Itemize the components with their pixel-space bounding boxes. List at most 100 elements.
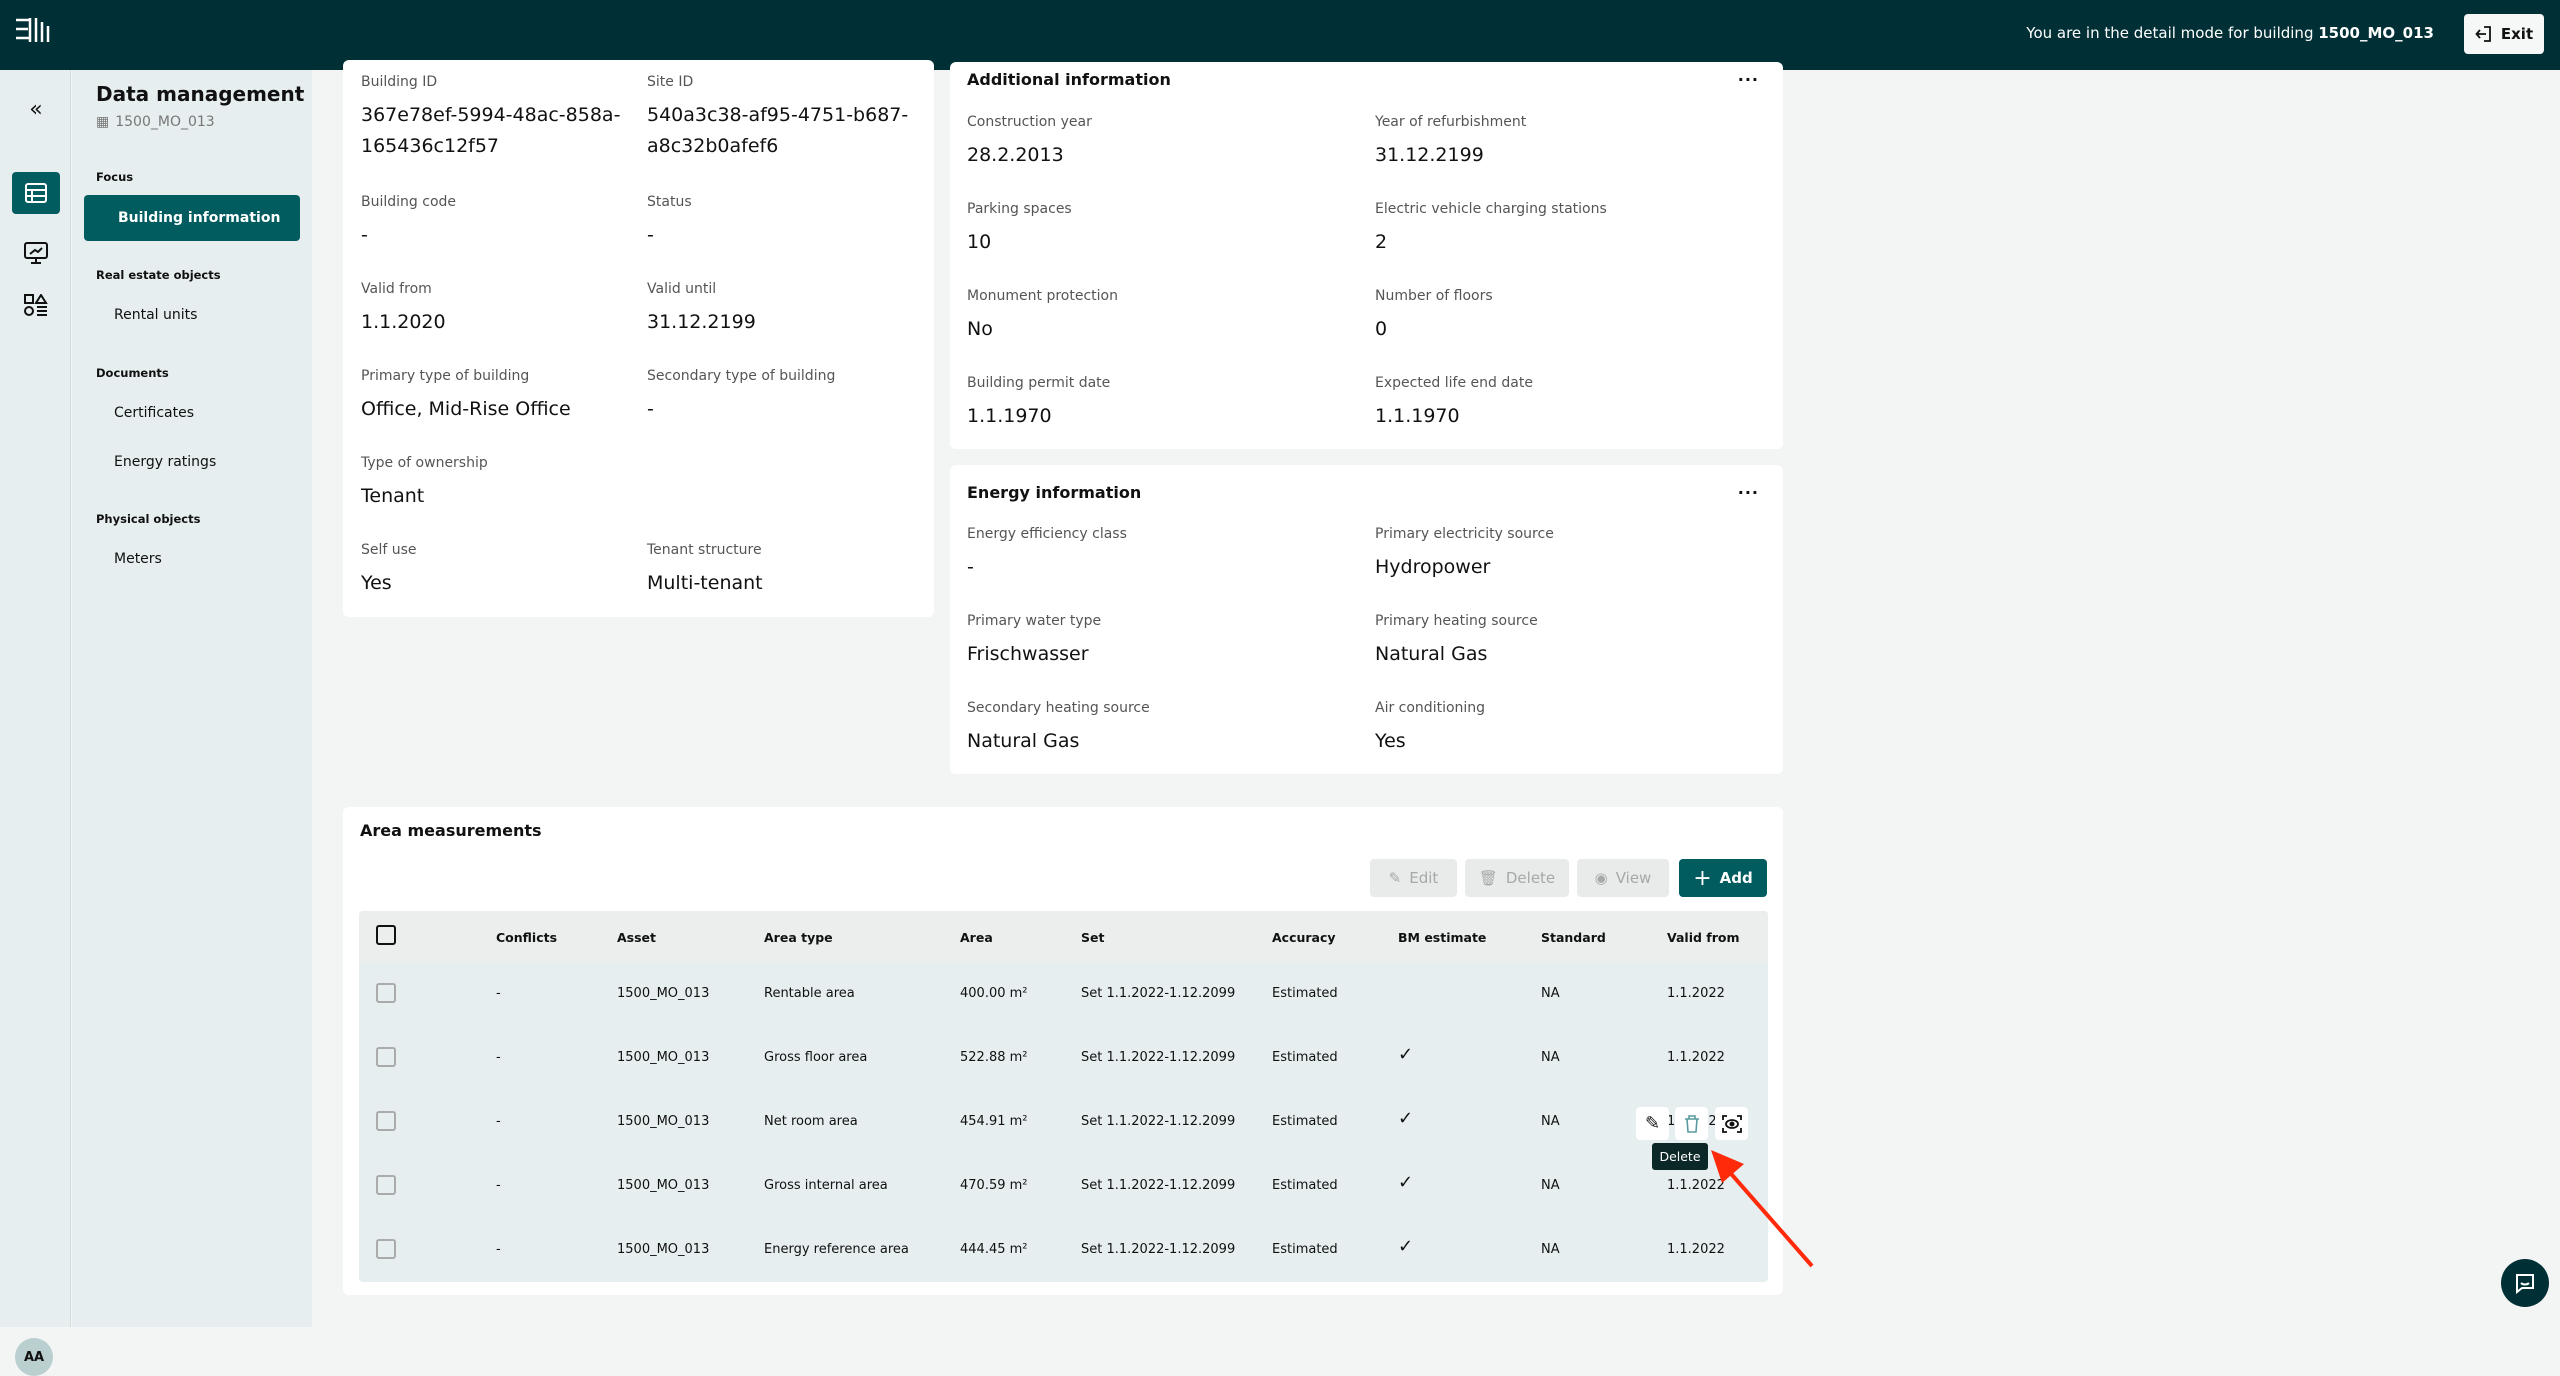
table-cell: -	[496, 986, 501, 1001]
table-cell: NA	[1541, 1178, 1560, 1193]
eye-icon	[1721, 1114, 1742, 1133]
table-row[interactable]: - 1500_MO_013 Rentable area 400.00 m² Set 1.…	[359, 963, 1768, 1027]
select-all-checkbox[interactable]	[376, 925, 396, 945]
table-row[interactable]: - 1500_MO_013 Energy reference area 444.45 …	[359, 1219, 1768, 1282]
row-checkbox[interactable]	[376, 1239, 396, 1259]
trash-icon	[1684, 1114, 1699, 1133]
table-cell: 444.45 m²	[960, 1242, 1028, 1257]
row-checkbox[interactable]	[376, 1111, 396, 1131]
row-delete-button[interactable]	[1675, 1107, 1708, 1140]
table-cell: NA	[1541, 1114, 1560, 1129]
table-cell: -	[496, 1114, 501, 1129]
column-header[interactable]: Standard	[1541, 930, 1606, 945]
sidebar-item-meters[interactable]: Meters	[84, 536, 300, 582]
table-row[interactable]: - 1500_MO_013 Gross internal area 470.59 m²…	[359, 1155, 1768, 1219]
table-cell: Estimated	[1272, 1178, 1338, 1193]
table-icon	[25, 183, 47, 203]
more-menu-button[interactable]: ...	[1738, 66, 1759, 85]
row-edit-button[interactable]: ✎	[1636, 1107, 1669, 1140]
nav-monitoring[interactable]	[12, 232, 60, 274]
table-cell: 1500_MO_013	[617, 1242, 710, 1257]
card-title: Area measurements	[360, 821, 542, 840]
field-monument: Monument protection No	[967, 288, 1118, 340]
column-header[interactable]: Valid from	[1667, 930, 1740, 945]
table-cell: -	[496, 1242, 501, 1257]
chat-icon	[2516, 1274, 2534, 1294]
table-cell: Estimated	[1272, 1242, 1338, 1257]
table-row[interactable]: - 1500_MO_013 Net room area 454.91 m² Set 1.…	[359, 1091, 1768, 1155]
nav-objects[interactable]	[12, 284, 60, 326]
table-cell: Set 1.1.2022-1.12.2099	[1081, 1050, 1236, 1065]
column-header[interactable]: BM estimate	[1398, 930, 1486, 945]
check-icon: ✓	[1398, 1236, 1414, 1257]
column-header[interactable]: Accuracy	[1272, 930, 1336, 945]
collapse-button[interactable]: «	[12, 88, 60, 130]
section-focus: Focus	[96, 170, 134, 184]
sidebar-item-building-information[interactable]: Building information	[84, 195, 300, 241]
table-cell: -	[496, 1050, 501, 1065]
field-electricity-source: Primary electricity source Hydropower	[1375, 526, 1554, 578]
field-primary-type: Primary type of building Office, Mid-Rise…	[361, 368, 571, 420]
delete-tooltip: Delete	[1652, 1143, 1708, 1170]
exit-icon	[2475, 26, 2491, 42]
field-secondary-heating: Secondary heating source Natural Gas	[967, 700, 1150, 752]
column-header[interactable]: Asset	[617, 930, 656, 945]
table-cell: NA	[1541, 986, 1560, 1001]
table-cell: 454.91 m²	[960, 1114, 1028, 1129]
additional-info-card: Additional information ... Construction …	[950, 62, 1783, 449]
table-cell: Set 1.1.2022-1.12.2099	[1081, 986, 1236, 1001]
table-cell: 1500_MO_013	[617, 1050, 710, 1065]
energy-info-card: Energy information ... Energy efficiency…	[950, 465, 1783, 774]
plus-icon: +	[1693, 865, 1712, 891]
table-cell: Estimated	[1272, 1050, 1338, 1065]
view-button[interactable]: ◉ View	[1577, 859, 1669, 897]
table-cell: Gross floor area	[764, 1050, 868, 1065]
card-title: Energy information	[967, 483, 1142, 502]
column-header[interactable]: Set	[1081, 930, 1104, 945]
exit-button[interactable]: Exit	[2464, 14, 2544, 54]
row-checkbox[interactable]	[376, 1175, 396, 1195]
row-checkbox[interactable]	[376, 1047, 396, 1067]
field-building-code: Building code -	[361, 194, 457, 246]
row-checkbox[interactable]	[376, 983, 396, 1003]
field-self-use: Self use Yes	[361, 542, 417, 594]
add-button[interactable]: + Add	[1679, 859, 1767, 897]
chat-button[interactable]	[2501, 1259, 2549, 1307]
field-site-id: Site ID 540a3c38-af95-4751-b687-a8c32b0af…	[647, 74, 909, 157]
general-info-card: Building ID 367e78ef-5994-48ac-858a-16543…	[343, 60, 934, 617]
sidebar-item-rental-units[interactable]: Rental units	[84, 292, 300, 338]
field-floors: Number of floors 0	[1375, 288, 1493, 340]
pencil-icon: ✎	[1644, 1113, 1661, 1134]
trash-icon: 🗑︎	[1478, 869, 1498, 887]
field-life-end: Expected life end date 1.1.1970	[1375, 375, 1533, 427]
nav-data-management[interactable]	[12, 172, 60, 214]
double-chevron-left-icon: «	[29, 96, 43, 122]
section-documents: Documents	[96, 366, 169, 380]
field-valid-from: Valid from 1.1.2020	[361, 281, 446, 333]
row-view-button[interactable]	[1715, 1107, 1748, 1140]
sidebar-item-energy-ratings[interactable]: Energy ratings	[84, 439, 300, 485]
sidebar-title: Data management	[96, 82, 305, 106]
column-header[interactable]: Area type	[764, 930, 833, 945]
table-cell: Energy reference area	[764, 1242, 909, 1257]
table-row[interactable]: - 1500_MO_013 Gross floor area 522.88 m² Set…	[359, 1027, 1768, 1091]
edit-button[interactable]: ✎ Edit	[1370, 859, 1457, 897]
sidebar-item-certificates[interactable]: Certificates	[84, 390, 300, 436]
column-header[interactable]: Area	[960, 930, 993, 945]
table-cell: 400.00 m²	[960, 986, 1028, 1001]
table-header: Conflicts Asset Area type Area Set Accuracy BM…	[359, 911, 1768, 963]
table-cell: 1500_MO_013	[617, 1114, 710, 1129]
field-ev-charging: Electric vehicle charging stations 2	[1375, 201, 1607, 253]
more-menu-button[interactable]: ...	[1738, 479, 1759, 498]
delete-button[interactable]: 🗑︎ Delete	[1465, 859, 1569, 897]
section-real-estate-objects: Real estate objects	[96, 268, 221, 282]
column-header[interactable]: Conflicts	[496, 930, 557, 945]
field-refurbishment: Year of refurbishment 31.12.2199	[1375, 114, 1527, 166]
field-secondary-type: Secondary type of building -	[647, 368, 836, 420]
logo-icon	[16, 18, 50, 42]
field-valid-until: Valid until 31.12.2199	[647, 281, 756, 333]
detail-mode-text: You are in the detail mode for building …	[2026, 24, 2434, 42]
avatar[interactable]: AA	[15, 1338, 53, 1376]
field-tenant-structure: Tenant structure Multi-tenant	[647, 542, 763, 594]
check-icon: ✓	[1398, 1044, 1414, 1065]
